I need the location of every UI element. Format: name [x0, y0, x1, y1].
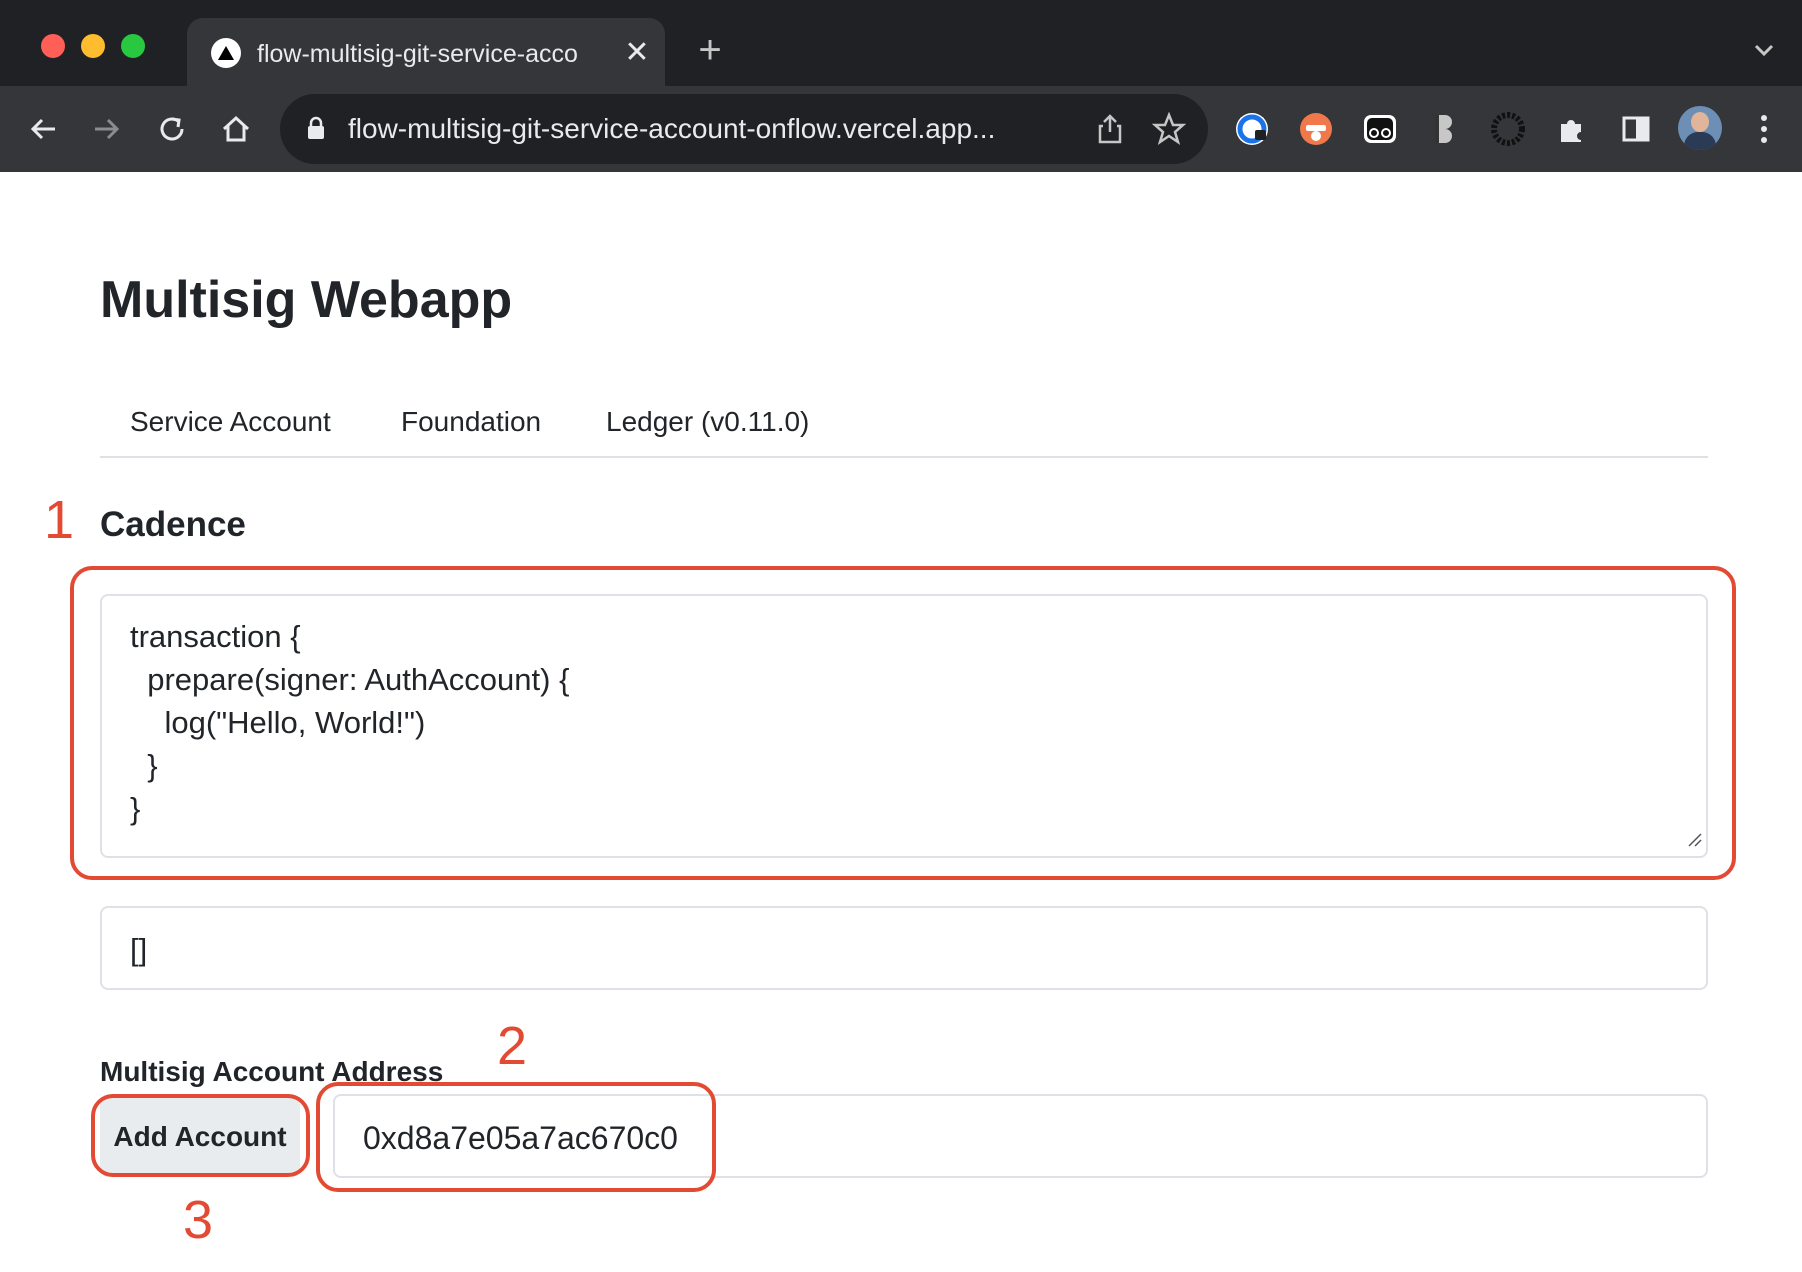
annotation-marker-3: 3 [183, 1190, 214, 1250]
annotation-box-cadence [70, 566, 1736, 880]
back-arrow-icon[interactable] [22, 108, 64, 150]
tab-search-chevron-icon[interactable] [1748, 34, 1780, 66]
tab-service-account[interactable]: Service Account [130, 404, 331, 440]
sunburst-extension-icon[interactable] [1487, 108, 1529, 150]
cadence-heading: Cadence [100, 505, 246, 544]
password-manager-extension-icon[interactable] [1231, 108, 1273, 150]
annotation-box-address [316, 1082, 716, 1192]
tab-close-icon[interactable]: ✕ [619, 35, 655, 71]
tab-title: flow-multisig-git-service-acco [257, 40, 578, 68]
browser-tab-strip: flow-multisig-git-service-acco ✕ + [0, 0, 1802, 86]
glasses-extension-icon[interactable] [1359, 108, 1401, 150]
more-menu-icon[interactable] [1743, 108, 1785, 150]
browser-toolbar: flow-multisig-git-service-account-onflow… [0, 86, 1802, 172]
close-window-button[interactable] [41, 34, 65, 58]
profile-avatar[interactable] [1678, 106, 1722, 150]
annotation-marker-2: 2 [497, 1016, 528, 1076]
page-title: Multisig Webapp [100, 271, 513, 329]
share-icon[interactable] [1094, 112, 1126, 151]
b-extension-icon[interactable] [1423, 108, 1465, 150]
bookmark-star-icon[interactable] [1151, 111, 1187, 151]
new-tab-button[interactable]: + [690, 30, 730, 70]
arguments-input[interactable]: [] [100, 906, 1708, 990]
maximize-window-button[interactable] [121, 34, 145, 58]
url-text: flow-multisig-git-service-account-onflow… [348, 113, 996, 144]
side-panel-icon[interactable] [1615, 108, 1657, 150]
browser-tab-active[interactable]: flow-multisig-git-service-acco ✕ [187, 18, 665, 86]
minimize-window-button[interactable] [81, 34, 105, 58]
nav-tabs: Service Account Foundation Ledger (v0.11… [100, 396, 1708, 458]
arguments-value: [] [130, 932, 148, 967]
tab-foundation[interactable]: Foundation [401, 404, 541, 440]
annotation-marker-1: 1 [44, 490, 75, 550]
extensions-puzzle-icon[interactable] [1551, 108, 1593, 150]
fox-extension-icon[interactable] [1295, 108, 1337, 150]
forward-arrow-icon[interactable] [86, 108, 128, 150]
address-bar[interactable]: flow-multisig-git-service-account-onflow… [280, 94, 1208, 164]
reload-icon[interactable] [151, 108, 193, 150]
home-icon[interactable] [215, 108, 257, 150]
tab-ledger[interactable]: Ledger (v0.11.0) [606, 404, 809, 440]
lock-icon[interactable] [306, 116, 326, 145]
annotation-box-add-account [91, 1094, 310, 1177]
vercel-triangle-icon [211, 38, 241, 68]
